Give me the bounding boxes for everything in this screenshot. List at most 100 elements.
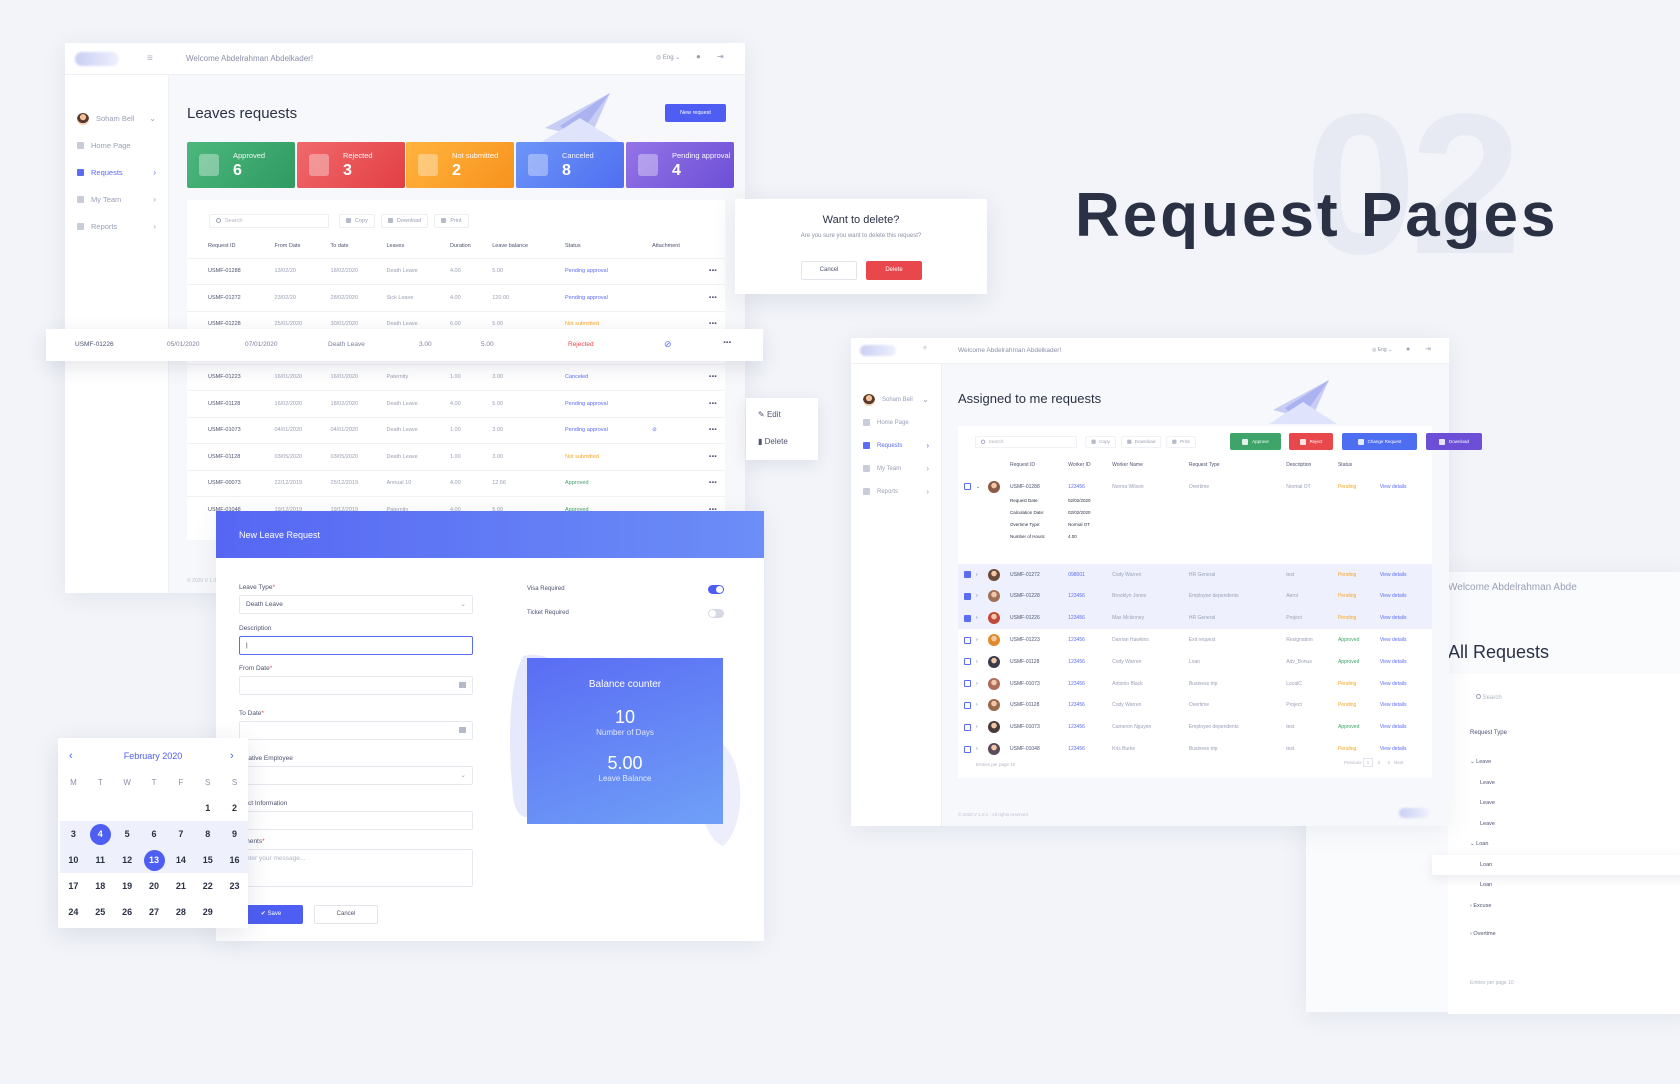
table-row[interactable]: USMF-01288 13/02/20 18/02/2020 Death Leave 4… xyxy=(187,257,725,285)
table-row[interactable]: › USMF-01073 123456 Antonio Black Business t… xyxy=(958,673,1432,695)
column-header[interactable]: Leave balance xyxy=(492,234,565,258)
description-input[interactable]: | xyxy=(239,636,473,655)
view-details-link[interactable]: View details xyxy=(1380,476,1432,498)
column-header[interactable]: Request ID xyxy=(1010,454,1068,476)
table-row[interactable]: USMF-01128 03/05/2020 03/05/2020 Death Leav… xyxy=(187,443,725,470)
table-row[interactable]: USMF-01128 16/02/2020 18/02/2020 Death Leav… xyxy=(187,390,725,417)
table-row[interactable]: USMF-00073 22/12/2019 25/12/2019 Annual 10 4… xyxy=(187,469,725,497)
selected-day[interactable]: 13 xyxy=(143,849,165,871)
table-row[interactable]: › USMF-01228 123456 Brooklyn Jones Employee … xyxy=(958,585,1432,608)
hovered-table-row[interactable]: USMF-01226 05/01/2020 07/01/2020 Death L… xyxy=(46,329,763,361)
logout-icon[interactable]: ⇥ xyxy=(1425,345,1431,353)
table-row[interactable]: USMF-01272 23/02/20 28/02/2020 Sick Leave 4.… xyxy=(187,284,725,311)
tree-item[interactable]: Loan xyxy=(1448,875,1680,896)
bell-icon[interactable]: ● xyxy=(1406,346,1410,353)
language-select[interactable]: ◎ Eng ⌄ xyxy=(656,54,680,61)
calendar-day[interactable]: 2 xyxy=(221,795,248,821)
attachment-icon[interactable]: ⊘ xyxy=(664,339,672,350)
calendar-day[interactable]: 17 xyxy=(60,873,87,899)
more-icon[interactable]: ··· xyxy=(709,292,718,304)
reject-button[interactable]: Reject xyxy=(1289,433,1333,450)
search-input[interactable]: Search xyxy=(1476,694,1502,701)
calendar-day[interactable]: 20 xyxy=(141,873,168,899)
calendar-day[interactable]: 12 xyxy=(113,847,141,873)
more-icon[interactable]: ··· xyxy=(723,337,732,349)
save-button[interactable]: ✔ Save xyxy=(239,905,303,924)
chevron-right-icon[interactable]: › xyxy=(976,746,978,752)
view-details-link[interactable]: View details xyxy=(1380,695,1432,717)
download-button[interactable]: Download xyxy=(380,213,429,228)
approve-button[interactable]: Approve xyxy=(1230,433,1281,450)
calendar-day[interactable]: 28 xyxy=(168,899,195,925)
view-details-link[interactable]: View details xyxy=(1380,738,1432,760)
calendar-day[interactable]: 27 xyxy=(141,899,168,925)
column-header[interactable]: Status xyxy=(565,234,652,258)
view-details-link[interactable]: View details xyxy=(1380,673,1432,695)
table-row[interactable]: ⌄ USMF-01288 123456 Norma Wilson Overtime Nor… xyxy=(958,476,1432,498)
view-details-link[interactable]: View details xyxy=(1380,651,1432,673)
calendar-day[interactable]: 26 xyxy=(114,899,141,925)
calendar-day[interactable]: 23 xyxy=(221,873,248,899)
canceled-card[interactable]: Canceled 8 xyxy=(516,142,624,188)
selected-day[interactable]: 4 xyxy=(89,823,111,845)
calendar-day[interactable]: 10 xyxy=(60,847,87,873)
ticket-required-toggle[interactable] xyxy=(708,609,724,618)
more-icon[interactable]: ··· xyxy=(709,398,718,410)
row-checkbox[interactable] xyxy=(963,571,971,579)
calendar-day[interactable]: 5 xyxy=(113,821,141,847)
chevron-right-icon[interactable]: › xyxy=(230,750,234,762)
tree-item[interactable]: Leave xyxy=(1448,793,1680,814)
calendar-day[interactable]: 22 xyxy=(194,873,221,899)
chevron-right-icon[interactable]: › xyxy=(976,702,978,708)
calendar-day[interactable]: 15 xyxy=(194,847,222,873)
tree-item[interactable]: ⌄ Loan xyxy=(1448,834,1680,855)
column-header[interactable]: Leaves xyxy=(387,234,450,258)
row-checkbox[interactable] xyxy=(963,636,971,644)
row-checkbox[interactable] xyxy=(963,592,971,600)
row-checkbox[interactable] xyxy=(963,701,971,709)
cancel-button[interactable]: Cancel xyxy=(801,261,857,280)
print-button[interactable]: Print xyxy=(434,213,469,228)
tree-item[interactable]: › Excuse xyxy=(1448,896,1680,924)
row-checkbox[interactable] xyxy=(963,745,971,753)
more-icon[interactable]: ··· xyxy=(709,424,718,436)
calendar-day[interactable]: 11 xyxy=(86,847,114,873)
row-checkbox[interactable] xyxy=(963,658,971,666)
page-3-button[interactable]: 3 xyxy=(1384,759,1393,766)
calendar-day[interactable]: 21 xyxy=(168,873,195,899)
table-row[interactable]: › USMF-01128 123456 Cody Warren Loan Adv_Bonu… xyxy=(958,651,1432,673)
calendar-day[interactable]: 16 xyxy=(221,847,248,873)
tree-item[interactable]: Loan xyxy=(1432,854,1680,875)
row-checkbox[interactable] xyxy=(963,680,971,688)
column-header[interactable]: Request ID xyxy=(208,234,275,258)
tree-item[interactable]: ⌄ Leave xyxy=(1448,752,1680,773)
more-icon[interactable]: ··· xyxy=(709,265,718,277)
previous-button[interactable]: Previous xyxy=(1344,760,1362,765)
rejected-card[interactable]: Rejected 3 xyxy=(297,142,405,188)
sidebar-item-home[interactable]: Home Page xyxy=(65,132,168,159)
chevron-right-icon[interactable]: › xyxy=(976,681,978,687)
calendar-day[interactable]: 8 xyxy=(194,821,222,847)
row-checkbox[interactable] xyxy=(963,483,971,491)
calendar-day[interactable]: 9 xyxy=(221,821,248,847)
table-row[interactable]: › USMF-01073 123456 Cameron Nguyen Employee … xyxy=(958,716,1432,738)
table-row[interactable]: › USMF-01272 098001 Cody Warren HR General te… xyxy=(958,563,1432,586)
view-details-link[interactable]: View details xyxy=(1380,586,1432,608)
comments-textarea[interactable]: nter your message... xyxy=(239,849,473,887)
sidebar-item-my-team[interactable]: My Team › xyxy=(851,457,941,480)
column-header[interactable]: Duration xyxy=(450,234,492,258)
copy-button[interactable]: Copy xyxy=(339,213,375,228)
delete-button[interactable]: Delete xyxy=(866,261,922,280)
sidebar-item-reports[interactable]: Reports › xyxy=(65,213,168,240)
table-row[interactable]: › USMF-01223 123456 Darrian Hawkins Exit req… xyxy=(958,629,1432,651)
menu-icon[interactable]: ≡ xyxy=(923,345,927,352)
logout-icon[interactable]: ⇥ xyxy=(717,52,724,61)
calendar-day[interactable]: 1 xyxy=(194,795,221,821)
table-row[interactable]: USMF-01223 16/01/2020 16/01/2020 Paternity 1… xyxy=(187,363,725,391)
table-row[interactable]: USMF-01073 04/01/2020 04/01/2020 Death Leav… xyxy=(187,416,725,444)
tree-item[interactable]: Leave xyxy=(1448,773,1680,794)
tree-item[interactable]: Leave xyxy=(1448,814,1680,835)
chevron-down-icon[interactable]: ⌄ xyxy=(976,484,980,490)
to-date-input[interactable] xyxy=(239,721,473,740)
page-2-button[interactable]: 2 xyxy=(1375,759,1384,766)
